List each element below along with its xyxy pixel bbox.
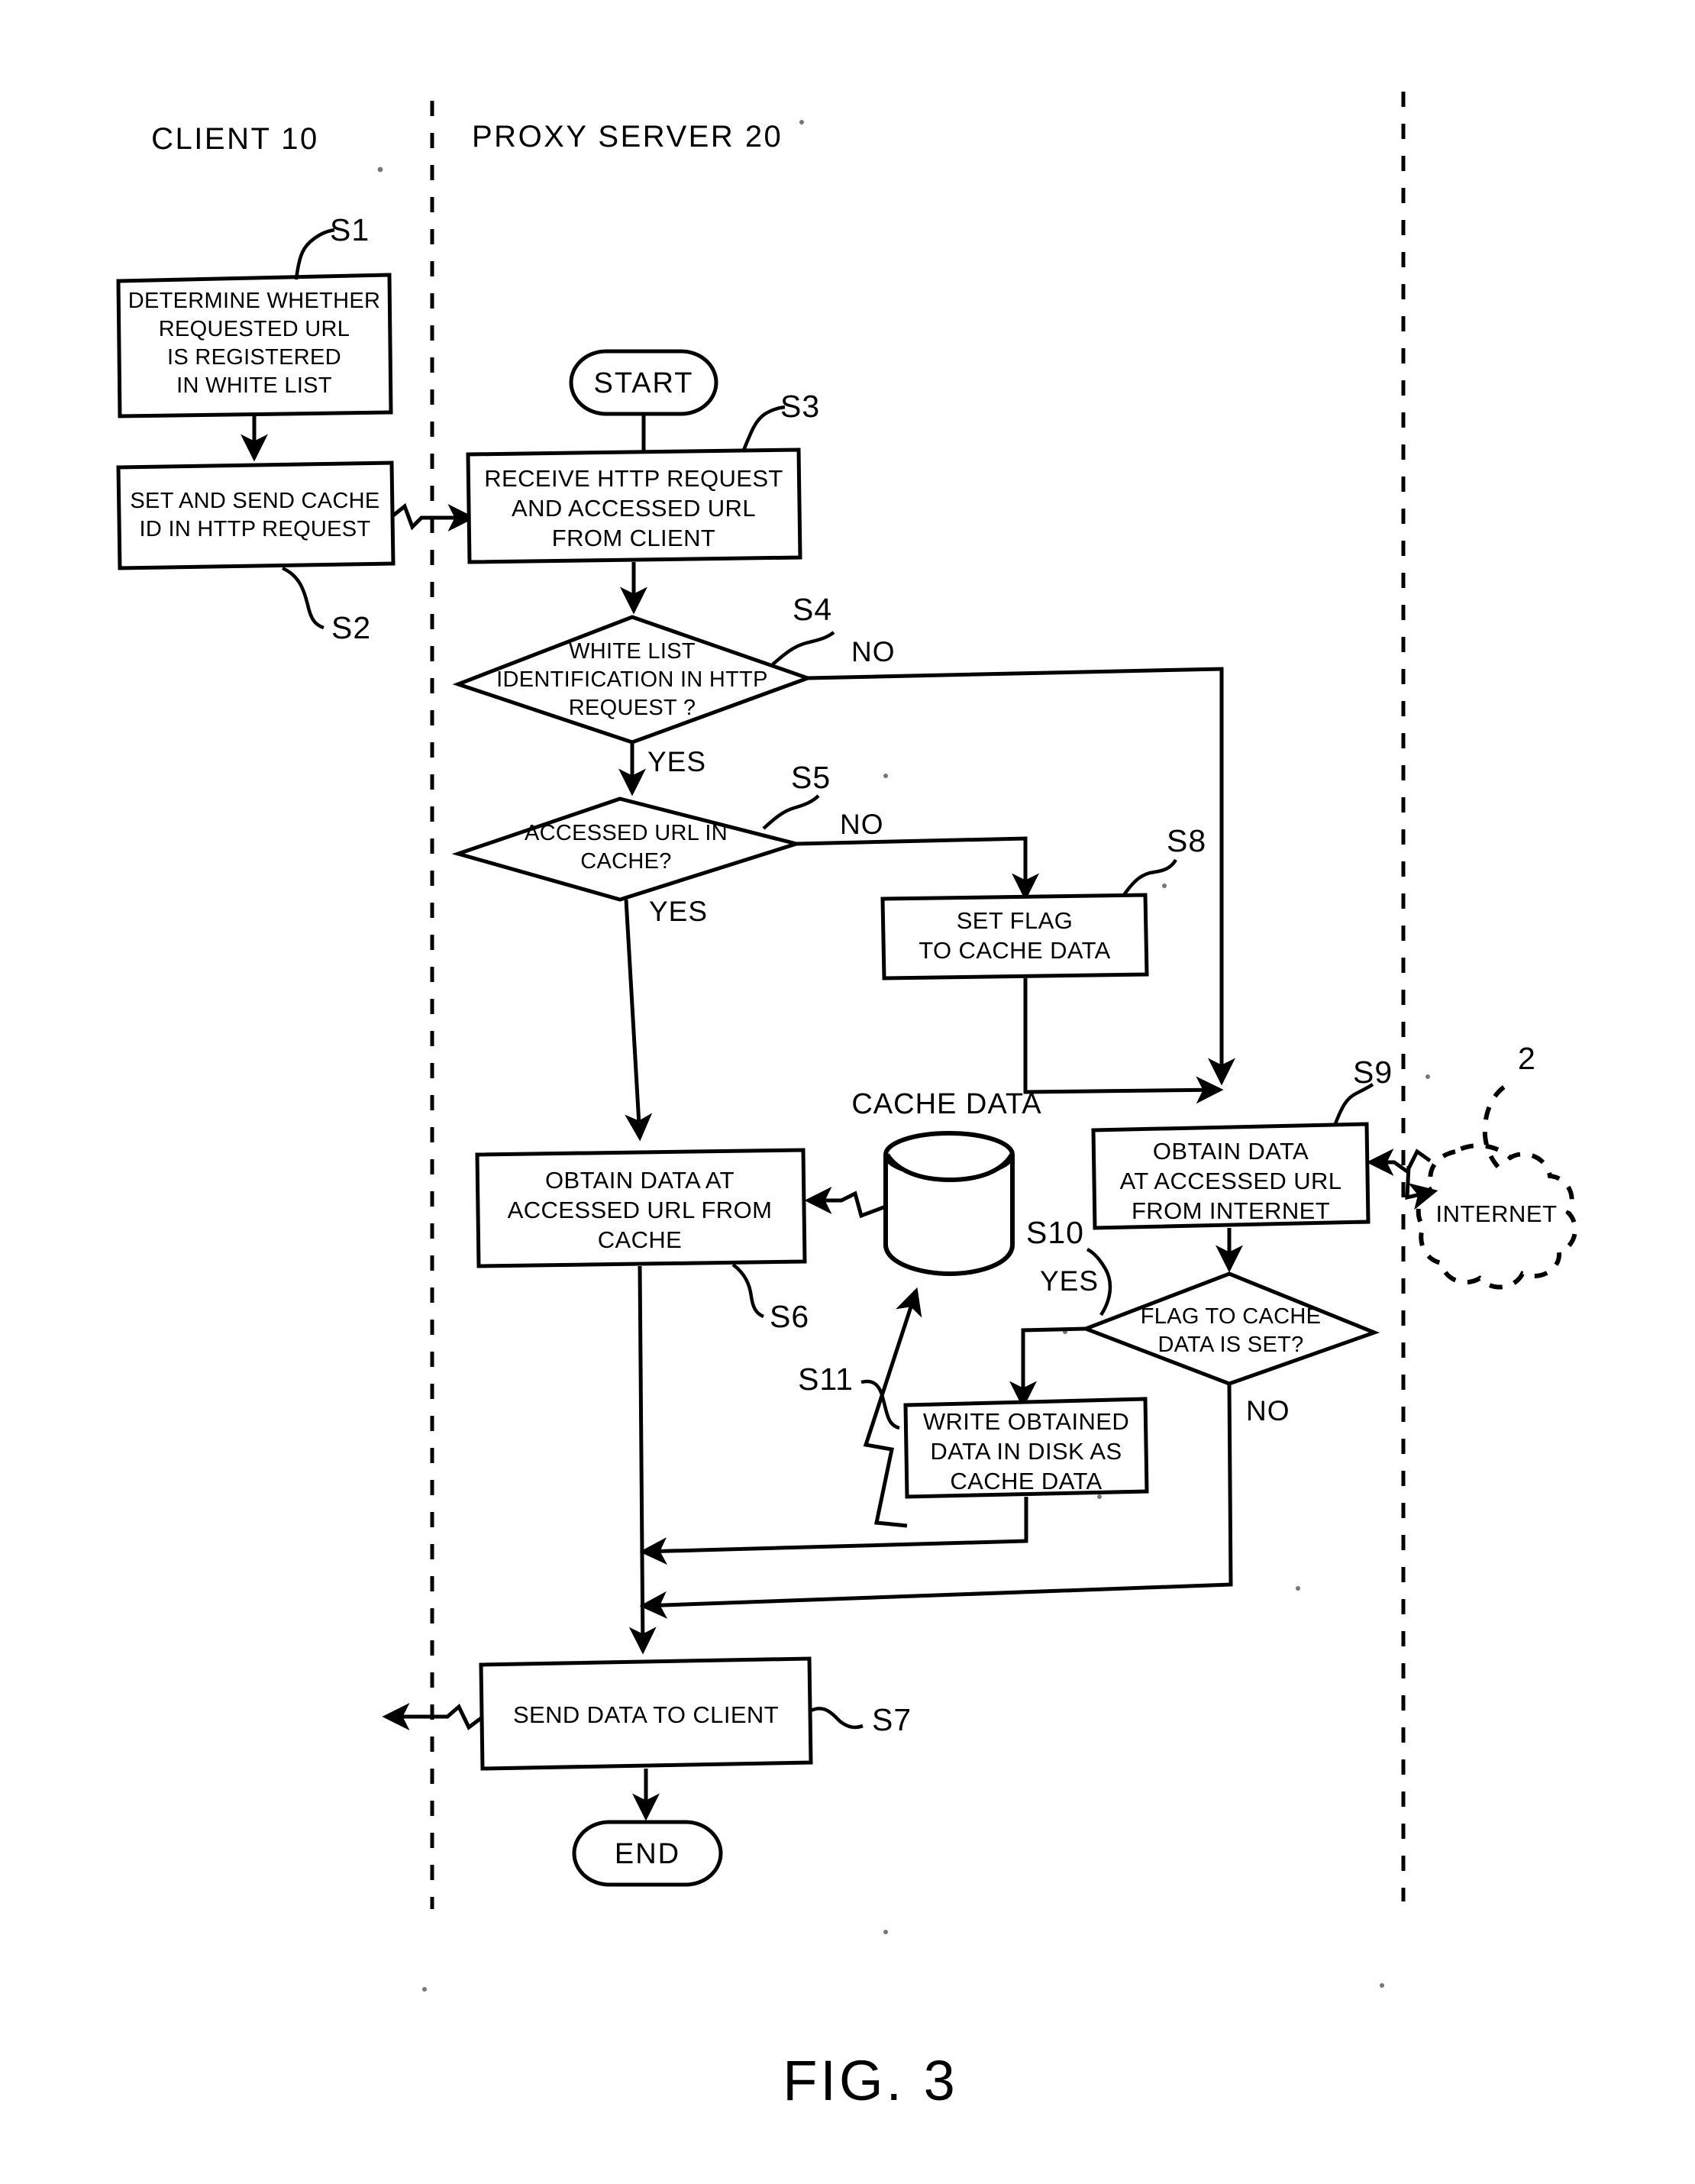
node-s6-line-2: ACCESSED URL FROM (508, 1197, 773, 1223)
leader-s7 (810, 1707, 864, 1730)
terminal-start[interactable]: START (569, 349, 718, 416)
node-s1-line-2: REQUESTED URL (159, 317, 350, 341)
node-s10-line-1: FLAG TO CACHE (1141, 1304, 1322, 1329)
leader-s3 (741, 405, 786, 453)
leader-s6 (731, 1263, 764, 1319)
flowchart-canvas: CLIENT 10 PROXY SERVER 20 DETERMINE WHET… (116, 92, 1577, 2112)
node-s6[interactable]: OBTAIN DATA AT ACCESSED URL FROM CACHE (475, 1148, 807, 1268)
flow-s5-no-to-s8 (796, 836, 1039, 901)
node-s2[interactable]: SET AND SEND CACHE ID IN HTTP REQUEST (116, 460, 396, 570)
figure-caption: FIG. 3 (783, 2049, 958, 2112)
terminal-end[interactable]: END (572, 1820, 723, 1887)
leader-s2 (281, 566, 324, 630)
node-s8[interactable]: SET FLAG TO CACHE DATA (880, 893, 1149, 981)
lane-header-client: CLIENT 10 (151, 122, 319, 156)
node-s4-line-1: WHITE LIST (569, 639, 696, 664)
node-s8-line-2: TO CACHE DATA (919, 937, 1111, 964)
node-s5-line-2: CACHE? (580, 849, 671, 874)
node-s1-line-3: IS REGISTERED (167, 345, 341, 370)
flow-s11-to-merge (639, 1497, 1028, 1565)
flow-s6-to-s7-trunk (628, 1265, 657, 1655)
node-s7-line-1: SEND DATA TO CLIENT (513, 1701, 779, 1728)
flow-s5-yes-to-s6 (624, 899, 653, 1142)
step-label-s4: S4 (793, 592, 832, 627)
cache-data-store: CACHE DATA (851, 1088, 1041, 1277)
terminal-start-label: START (593, 367, 693, 399)
branch-label-s5-no: NO (840, 809, 884, 840)
figure-page: CLIENT 10 PROXY SERVER 20 DETERMINE WHET… (0, 0, 1695, 2184)
internet-cloud-label: INTERNET (1436, 1200, 1558, 1227)
node-s8-line-1: SET FLAG (957, 907, 1074, 934)
node-s11-line-3: CACHE DATA (950, 1468, 1102, 1494)
flow-internet-to-s9 (1366, 1149, 1432, 1176)
node-s9[interactable]: OBTAIN DATA AT ACCESSED URL FROM INTERNE… (1091, 1122, 1371, 1230)
node-s11[interactable]: WRITE OBTAINED DATA IN DISK AS CACHE DAT… (903, 1397, 1149, 1499)
flow-s10-yes-to-s11 (1009, 1326, 1086, 1409)
branch-label-s4-no: NO (851, 636, 896, 667)
step-label-s2: S2 (331, 610, 371, 645)
node-s3[interactable]: RECEIVE HTTP REQUEST AND ACCESSED URL FR… (466, 447, 802, 564)
leader-s8 (1122, 858, 1177, 897)
node-s11-line-1: WRITE OBTAINED (923, 1408, 1129, 1435)
node-s1-line-1: DETERMINE WHETHER (128, 289, 381, 313)
node-s2-line-2: ID IN HTTP REQUEST (140, 517, 371, 541)
node-s9-line-2: AT ACCESSED URL (1120, 1168, 1342, 1194)
step-label-s9: S9 (1353, 1055, 1393, 1090)
lane-header-proxy-server: PROXY SERVER 20 (472, 120, 783, 153)
node-s6-line-3: CACHE (598, 1226, 683, 1253)
node-s6-line-1: OBTAIN DATA AT (545, 1167, 734, 1194)
flow-s4-no-to-s9 (807, 667, 1235, 1086)
node-s10-line-2: DATA IS SET? (1157, 1333, 1303, 1357)
branch-label-s10-no: NO (1246, 1395, 1290, 1426)
branch-label-s4-yes: YES (647, 746, 706, 777)
step-label-s3: S3 (780, 389, 820, 424)
terminal-end-label: END (615, 1838, 680, 1870)
node-s3-line-1: RECEIVE HTTP REQUEST (484, 465, 783, 492)
node-s4-line-3: REQUEST ? (569, 696, 696, 720)
step-label-s6: S6 (770, 1299, 809, 1334)
leader-s4 (771, 631, 835, 666)
internet-cloud: 2 INTERNET (1416, 1041, 1577, 1290)
branch-label-s10-yes: YES (1040, 1265, 1099, 1297)
node-s1[interactable]: DETERMINE WHETHER REQUESTED URL IS REGIS… (116, 273, 393, 418)
branch-label-s5-yes: YES (649, 896, 708, 927)
leader-s9 (1332, 1083, 1374, 1126)
scan-specks (250, 120, 1430, 1992)
flow-cache-to-s6 (804, 1187, 886, 1219)
step-label-s10: S10 (1026, 1215, 1084, 1250)
cache-data-label: CACHE DATA (851, 1088, 1041, 1120)
node-s3-line-2: AND ACCESSED URL (512, 495, 756, 522)
internet-ref-label: 2 (1518, 1041, 1535, 1076)
node-s9-line-3: FROM INTERNET (1132, 1197, 1330, 1224)
step-label-s5: S5 (791, 760, 831, 795)
node-s5[interactable]: ACCESSED URL IN CACHE? (451, 796, 804, 902)
node-s10[interactable]: FLAG TO CACHE DATA IS SET? (1080, 1271, 1380, 1386)
node-s5-line-1: ACCESSED URL IN (525, 821, 728, 845)
node-s1-line-4: IN WHITE LIST (176, 373, 332, 398)
step-label-s1: S1 (330, 212, 370, 247)
leader-s1 (294, 228, 335, 280)
step-label-s8: S8 (1167, 823, 1206, 858)
node-s3-line-3: FROM CLIENT (552, 525, 716, 551)
step-label-s7: S7 (872, 1702, 912, 1737)
node-s4[interactable]: WHITE LIST IDENTIFICATION IN HTTP REQUES… (452, 615, 814, 745)
node-s11-line-2: DATA IN DISK AS (930, 1438, 1122, 1465)
node-s2-line-1: SET AND SEND CACHE (130, 489, 379, 513)
leader-s5 (762, 794, 820, 830)
flow-s8-to-s9-trunk (1023, 978, 1224, 1104)
step-label-s11: S11 (798, 1362, 854, 1397)
node-s4-line-2: IDENTIFICATION IN HTTP (496, 667, 768, 692)
node-s7[interactable]: SEND DATA TO CLIENT (479, 1656, 813, 1771)
node-s9-line-1: OBTAIN DATA (1153, 1138, 1309, 1165)
